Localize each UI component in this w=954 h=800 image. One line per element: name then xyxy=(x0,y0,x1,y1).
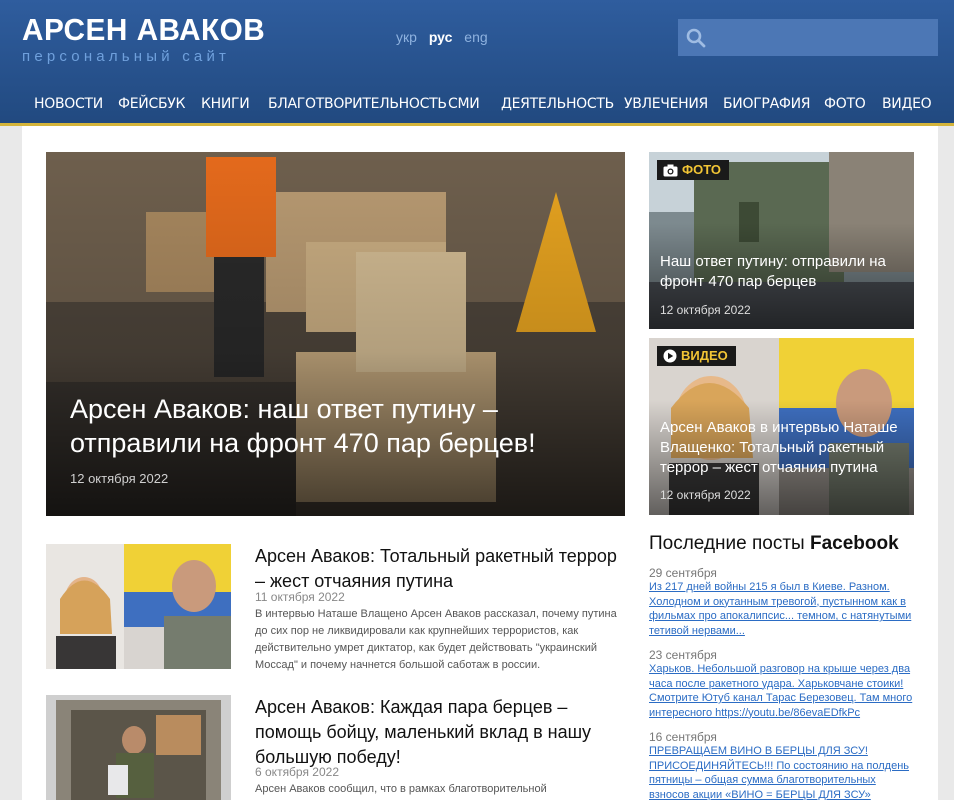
hero-title[interactable]: Арсен Аваков: наш ответ путину – отправи… xyxy=(70,392,590,460)
article-item: Арсен Аваков: Каждая пара берцев – помощ… xyxy=(46,695,626,800)
article-item: Арсен Аваков: Тотальный ракетный террор … xyxy=(46,544,626,674)
site-header: АРСЕН АВАКОВ персональный сайт укр рус e… xyxy=(0,0,954,126)
search-input[interactable] xyxy=(712,19,934,56)
nav-item-photo[interactable]: ФОТО xyxy=(824,96,866,112)
facebook-post-date: 29 сентября xyxy=(649,566,717,580)
article-title[interactable]: Арсен Аваков: Тотальный ракетный террор … xyxy=(255,544,623,594)
hero-date: 12 октября 2022 xyxy=(70,471,169,486)
nav-item-hobbies[interactable]: УВЛЕЧЕНИЯ xyxy=(624,96,708,112)
article-excerpt: Арсен Аваков сообщил, что в рамках благо… xyxy=(255,783,547,795)
article-date: 11 октября 2022 xyxy=(255,590,345,604)
facebook-heading-prefix: Последние посты xyxy=(649,533,805,554)
side-card-photo[interactable]: ФОТО Наш ответ путину: отправили на фрон… xyxy=(649,152,914,329)
side-card-video-title[interactable]: Арсен Аваков в интервью Наташе Влащенко:… xyxy=(660,418,905,478)
article-thumbnail-image xyxy=(46,544,231,669)
lang-rus[interactable]: рус xyxy=(429,29,453,45)
facebook-heading-brand: Facebook xyxy=(810,533,899,554)
video-badge-label: ВИДЕО xyxy=(681,348,728,363)
lang-ukr[interactable]: укр xyxy=(396,29,417,45)
search-icon[interactable] xyxy=(686,28,706,48)
facebook-post-link[interactable]: ПРЕВРАЩАЕМ ВИНО В БЕРЦЫ ДЛЯ ЗСУ! ПРИСОЕД… xyxy=(649,744,914,800)
photo-badge-label: ФОТО xyxy=(682,162,721,177)
camera-icon xyxy=(663,164,678,177)
article-excerpt: В интервью Наташе Влащено Арсен Аваков р… xyxy=(255,608,617,671)
article-thumbnail[interactable] xyxy=(46,695,231,800)
article-thumbnail-image xyxy=(46,695,231,800)
nav-item-books[interactable]: КНИГИ xyxy=(201,96,250,112)
play-icon xyxy=(663,349,677,363)
site-logo-title[interactable]: АРСЕН АВАКОВ xyxy=(22,12,265,48)
facebook-post-date: 16 сентября xyxy=(649,730,717,744)
video-badge: ВИДЕО xyxy=(657,346,736,366)
facebook-post-link[interactable]: Харьков. Небольшой разговор на крыше чер… xyxy=(649,662,914,720)
language-switcher: укр рус eng xyxy=(396,29,496,45)
nav-item-video[interactable]: ВИДЕО xyxy=(882,96,932,112)
side-card-photo-title[interactable]: Наш ответ путину: отправили на фронт 470… xyxy=(660,252,905,292)
nav-item-activity[interactable]: ДЕЯТЕЛЬНОСТЬ xyxy=(501,96,614,112)
photo-badge: ФОТО xyxy=(657,160,729,180)
nav-item-facebook[interactable]: ФЕЙСБУК xyxy=(118,96,185,112)
article-thumbnail[interactable] xyxy=(46,544,231,669)
nav-item-biography[interactable]: БИОГРАФИЯ xyxy=(723,96,811,112)
main-nav: НОВОСТИ ФЕЙСБУК КНИГИ БЛАГОТВОРИТЕЛЬНОСТ… xyxy=(0,84,954,124)
facebook-post-date: 23 сентября xyxy=(649,648,717,662)
facebook-post-link[interactable]: Из 217 дней войны 215 я был в Киеве. Раз… xyxy=(649,580,914,638)
article-date: 6 октября 2022 xyxy=(255,765,339,779)
lang-eng[interactable]: eng xyxy=(464,29,487,45)
side-card-video[interactable]: ВИДЕО Арсен Аваков в интервью Наташе Вла… xyxy=(649,338,914,515)
side-card-photo-date: 12 октября 2022 xyxy=(660,303,751,317)
side-card-video-date: 12 октября 2022 xyxy=(660,488,751,502)
search-box xyxy=(678,19,938,56)
nav-item-charity[interactable]: БЛАГОТВОРИТЕЛЬНОСТЬ xyxy=(268,96,447,112)
site-logo-subtitle: персональный сайт xyxy=(22,48,231,65)
hero-article[interactable]: Арсен Аваков: наш ответ путину – отправи… xyxy=(46,152,625,516)
nav-item-media[interactable]: СМИ xyxy=(448,96,480,112)
nav-item-news[interactable]: НОВОСТИ xyxy=(34,96,103,112)
article-title[interactable]: Арсен Аваков: Каждая пара берцев – помощ… xyxy=(255,695,623,770)
hero-image xyxy=(46,152,625,516)
facebook-section-heading: Последние посты Facebook xyxy=(649,533,899,555)
